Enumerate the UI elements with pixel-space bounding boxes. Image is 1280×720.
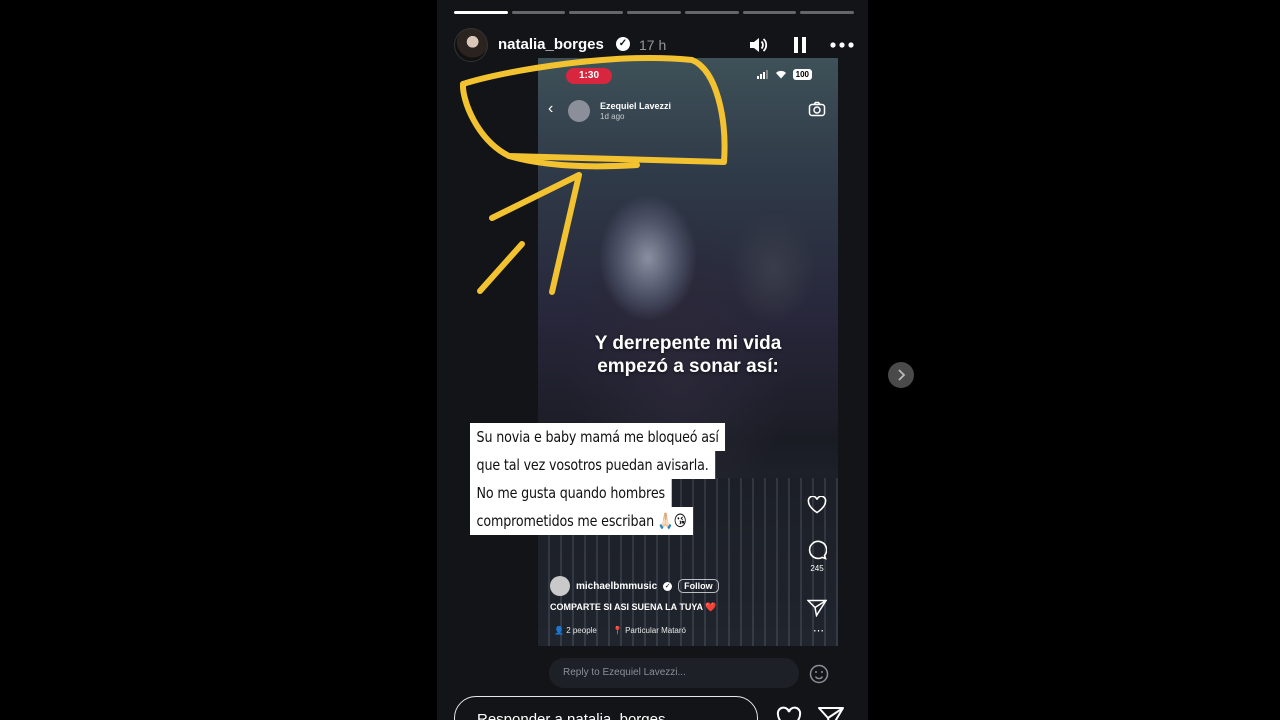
- progress-segment: [742, 11, 797, 14]
- wifi-icon: [775, 70, 786, 79]
- location-tag[interactable]: 📍 Particular Mataró: [613, 626, 686, 635]
- progress-segment: [511, 11, 566, 14]
- speaker-icon[interactable]: [746, 33, 770, 57]
- inner-reply-field: Reply to Ezequiel Lavezzi...: [549, 658, 799, 688]
- avatar[interactable]: [454, 28, 488, 62]
- back-icon[interactable]: ‹: [548, 100, 553, 118]
- sticker-icon: [809, 664, 829, 684]
- reel-actions: 245: [806, 496, 828, 617]
- username[interactable]: natalia_borges: [498, 36, 604, 53]
- story-progress: [454, 11, 855, 14]
- battery-level: 100: [792, 69, 812, 80]
- progress-segment: [569, 11, 624, 14]
- header-controls: [746, 33, 854, 57]
- overlay-text-line: comprometidos me escriban 🙏🏻😘: [470, 507, 694, 535]
- heart-icon[interactable]: [807, 496, 827, 514]
- posted-ago: 1d ago: [600, 112, 625, 121]
- profile-name: Ezequiel Lavezzi: [600, 101, 672, 111]
- verified-badge-icon: ✓: [663, 581, 673, 591]
- camera-icon[interactable]: [808, 100, 826, 118]
- video-caption: Y derrepente mi vida empezó a sonar así:: [538, 332, 838, 378]
- verified-badge-icon: ✓: [616, 37, 630, 51]
- progress-segment: [684, 11, 739, 14]
- more-icon[interactable]: [830, 33, 854, 57]
- send-icon[interactable]: [817, 705, 845, 720]
- overlay-text-line: que tal vez vosotros puedan avisarla.: [470, 451, 716, 479]
- phone-status-bar: 100: [756, 69, 812, 80]
- shared-screenshot: 1:30 100 ‹ Ezequiel Lavezzi 1d ago Y der…: [538, 58, 838, 646]
- comment-count: 245: [810, 564, 824, 573]
- story-viewer[interactable]: natalia_borges ✓ 17 h 1:30 100 ‹ Ezequie…: [437, 0, 868, 720]
- send-icon[interactable]: [807, 599, 827, 617]
- left-backdrop: [0, 0, 437, 720]
- story-reply-input[interactable]: Responder a natalia_borges...: [454, 696, 758, 720]
- story-header: natalia_borges ✓ 17 h: [454, 28, 854, 62]
- signal-icon: [756, 70, 768, 79]
- more-icon[interactable]: ⋯: [813, 624, 824, 637]
- caption-line: empezó a sonar así:: [597, 356, 779, 377]
- pause-icon[interactable]: [788, 33, 812, 57]
- people-count: 2 people: [566, 626, 597, 635]
- reel-meta: 👤 2 people 📍 Particular Mataró: [554, 626, 686, 635]
- reel-description: COMPARTE SI ASI SUENA LA TUYA ❤️: [550, 602, 717, 612]
- call-timer-badge: 1:30: [566, 68, 612, 84]
- progress-segment: [627, 11, 681, 14]
- author-name[interactable]: michaelbmmusic: [576, 581, 657, 592]
- comment-icon[interactable]: [807, 540, 827, 560]
- follow-button[interactable]: Follow: [678, 579, 719, 593]
- caption-line: Y derrepente mi vida: [594, 333, 782, 354]
- profile-avatar: [568, 100, 590, 122]
- post-time: 17 h: [639, 37, 667, 53]
- right-backdrop: [868, 0, 1280, 720]
- progress-segment: [454, 11, 508, 14]
- people-tag[interactable]: 👤 2 people: [554, 626, 597, 635]
- heart-icon[interactable]: [775, 705, 803, 720]
- progress-segment: [800, 11, 855, 14]
- next-story-button[interactable]: [888, 362, 914, 388]
- overlay-text-line: No me gusta quando hombres: [470, 479, 672, 507]
- author-avatar[interactable]: [550, 576, 570, 596]
- overlay-text-line: Su novia e baby mamá me bloqueó así: [470, 423, 726, 451]
- location-name: Particular Mataró: [625, 626, 686, 635]
- story-text-overlay: Su novia e baby mamá me bloqueó así que …: [470, 423, 750, 535]
- chevron-right-icon: [898, 369, 906, 381]
- reel-author-row: michaelbmmusic ✓ Follow: [550, 576, 719, 596]
